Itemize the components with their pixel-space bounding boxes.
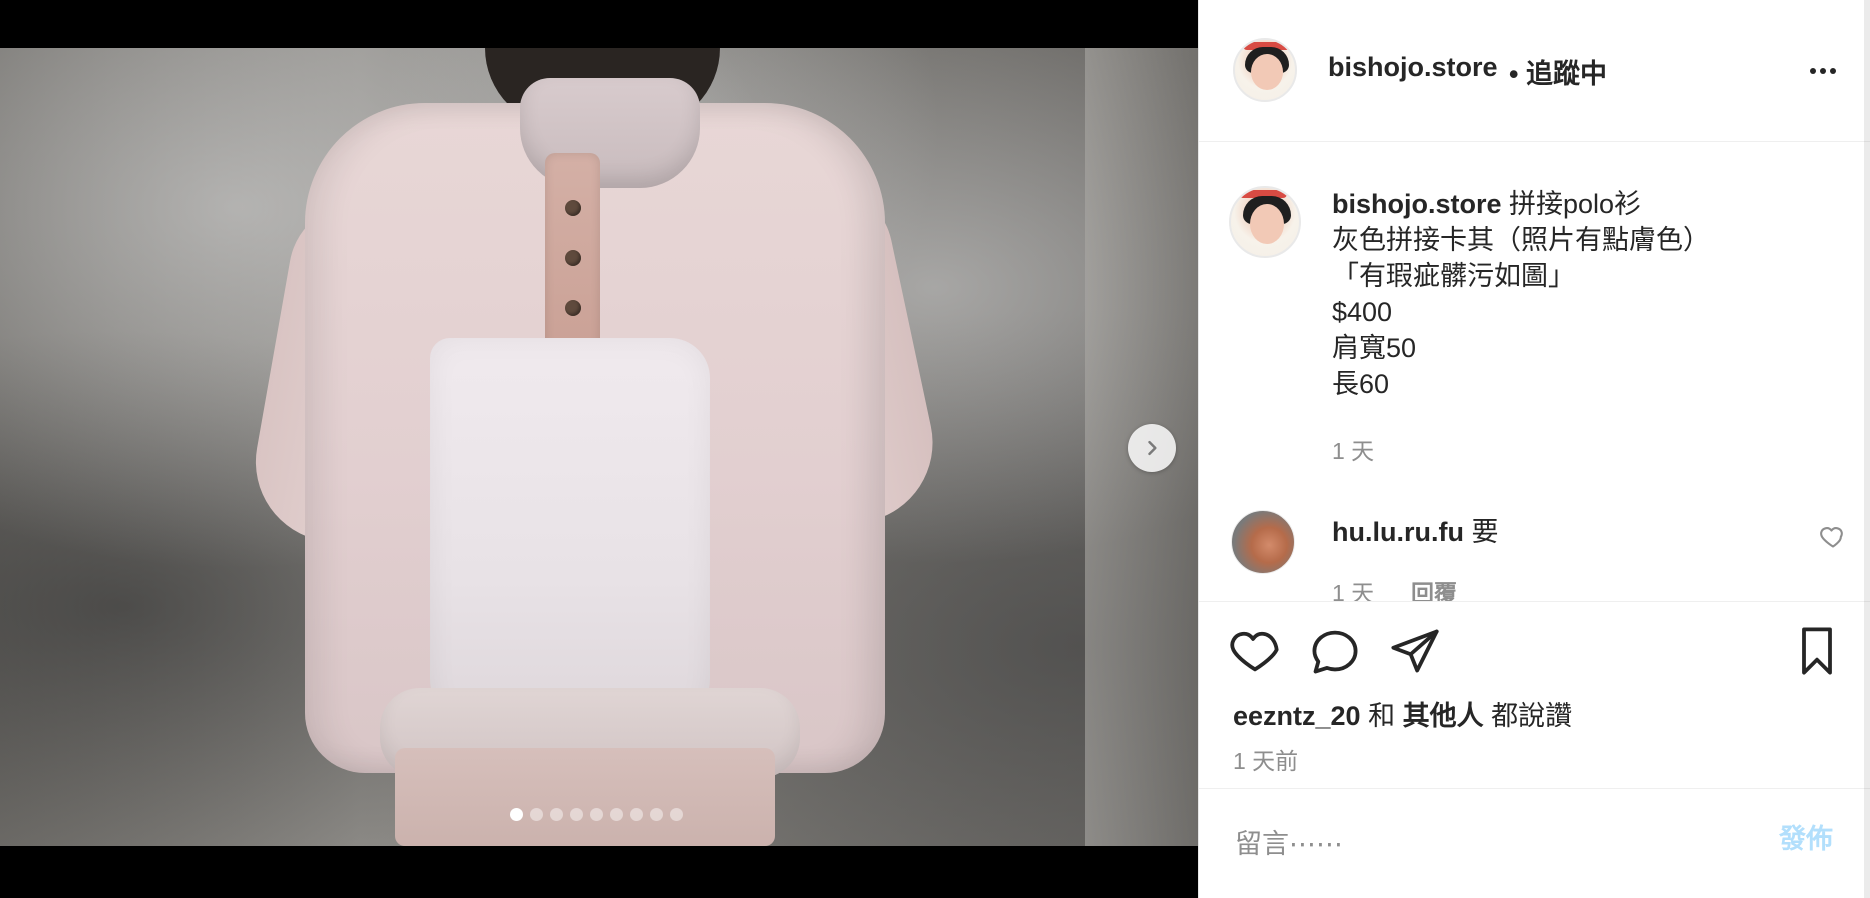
shirt-button: [565, 200, 581, 216]
post-actions: eezntz_20 和 其他人 都說讚 1 天前: [1199, 601, 1870, 788]
post-comment-button[interactable]: 發佈: [1779, 817, 1833, 856]
save-button[interactable]: [1791, 625, 1843, 677]
carousel-dot[interactable]: [590, 807, 603, 821]
caption-username[interactable]: bishojo.store: [1332, 189, 1502, 219]
comment-composer: 發佈: [1199, 788, 1870, 898]
carousel-dot[interactable]: [630, 807, 643, 821]
comment-text: 要: [1463, 517, 1499, 547]
chevron-right-icon: [1148, 440, 1157, 456]
comments-section: bishojo.store 拼接polo衫 灰色拼接卡其（照片有點膚色） 「有瑕…: [1199, 142, 1870, 601]
more-options-button[interactable]: [1799, 56, 1847, 86]
comment-input[interactable]: [1233, 823, 1757, 865]
likes-summary: eezntz_20 和 其他人 都說讚: [1233, 694, 1572, 733]
comment-button[interactable]: [1309, 625, 1361, 677]
paper-plane-icon: [1391, 629, 1439, 673]
caption-time: 1 天: [1332, 438, 1375, 464]
post-sidebar: bishojo.store • 追蹤中 bishojo.store 拼接polo…: [1198, 0, 1870, 898]
shirt-front-panel: [430, 338, 710, 738]
comment-time: 1 天: [1332, 580, 1375, 601]
carousel-dot[interactable]: [610, 807, 623, 821]
carousel-dot[interactable]: [650, 807, 663, 821]
avatar-face: [1251, 54, 1283, 90]
shirt-button: [565, 250, 581, 266]
more-horizontal-icon: [1810, 68, 1836, 74]
comment: hu.lu.ru.fu 要: [1332, 510, 1498, 549]
likes-connector: 和: [1360, 701, 1403, 731]
carousel-indicator: [510, 806, 683, 822]
comment-bubble-icon: [1312, 630, 1358, 674]
post-header: bishojo.store • 追蹤中: [1199, 0, 1870, 142]
model-pants: [395, 748, 775, 846]
shirt-button: [565, 300, 581, 316]
comment-like-button[interactable]: [1819, 522, 1847, 550]
reply-button[interactable]: 回覆: [1411, 580, 1457, 601]
carousel-dot[interactable]: [670, 807, 683, 821]
likes-first-user[interactable]: eezntz_20: [1233, 701, 1361, 731]
header-username[interactable]: bishojo.store: [1328, 52, 1498, 83]
instagram-post-modal: bishojo.store • 追蹤中 bishojo.store 拼接polo…: [0, 0, 1870, 898]
carousel-dot[interactable]: [530, 807, 543, 821]
carousel-dot[interactable]: [550, 807, 563, 821]
caption-body: 拼接polo衫 灰色拼接卡其（照片有點膚色） 「有瑕疵髒污如圖」 $400 肩寬…: [1332, 189, 1710, 399]
carousel-dot[interactable]: [570, 807, 583, 821]
share-button[interactable]: [1389, 625, 1441, 677]
commenter-avatar[interactable]: [1231, 510, 1295, 574]
small-heart-icon: [1820, 527, 1843, 548]
post-time: 1 天前: [1233, 748, 1299, 774]
scrollbar[interactable]: [1864, 0, 1870, 898]
likes-suffix: 都說讚: [1483, 701, 1573, 731]
comment-username[interactable]: hu.lu.ru.fu: [1332, 517, 1464, 547]
likes-others[interactable]: 其他人: [1403, 701, 1484, 731]
caption: bishojo.store 拼接polo衫 灰色拼接卡其（照片有點膚色） 「有瑕…: [1332, 186, 1852, 402]
like-button[interactable]: [1229, 625, 1281, 677]
next-photo-button[interactable]: [1128, 424, 1176, 472]
follow-status[interactable]: • 追蹤中: [1509, 52, 1607, 91]
avatar-face: [1250, 204, 1284, 244]
carousel-dot[interactable]: [510, 807, 523, 821]
caption-avatar[interactable]: [1229, 186, 1301, 258]
heart-icon: [1230, 631, 1279, 672]
post-photo: [0, 48, 1198, 846]
comment-meta: 1 天 回覆: [1332, 574, 1457, 601]
post-media: [0, 0, 1198, 898]
bookmark-icon: [1802, 627, 1832, 675]
avatar[interactable]: [1233, 38, 1297, 102]
